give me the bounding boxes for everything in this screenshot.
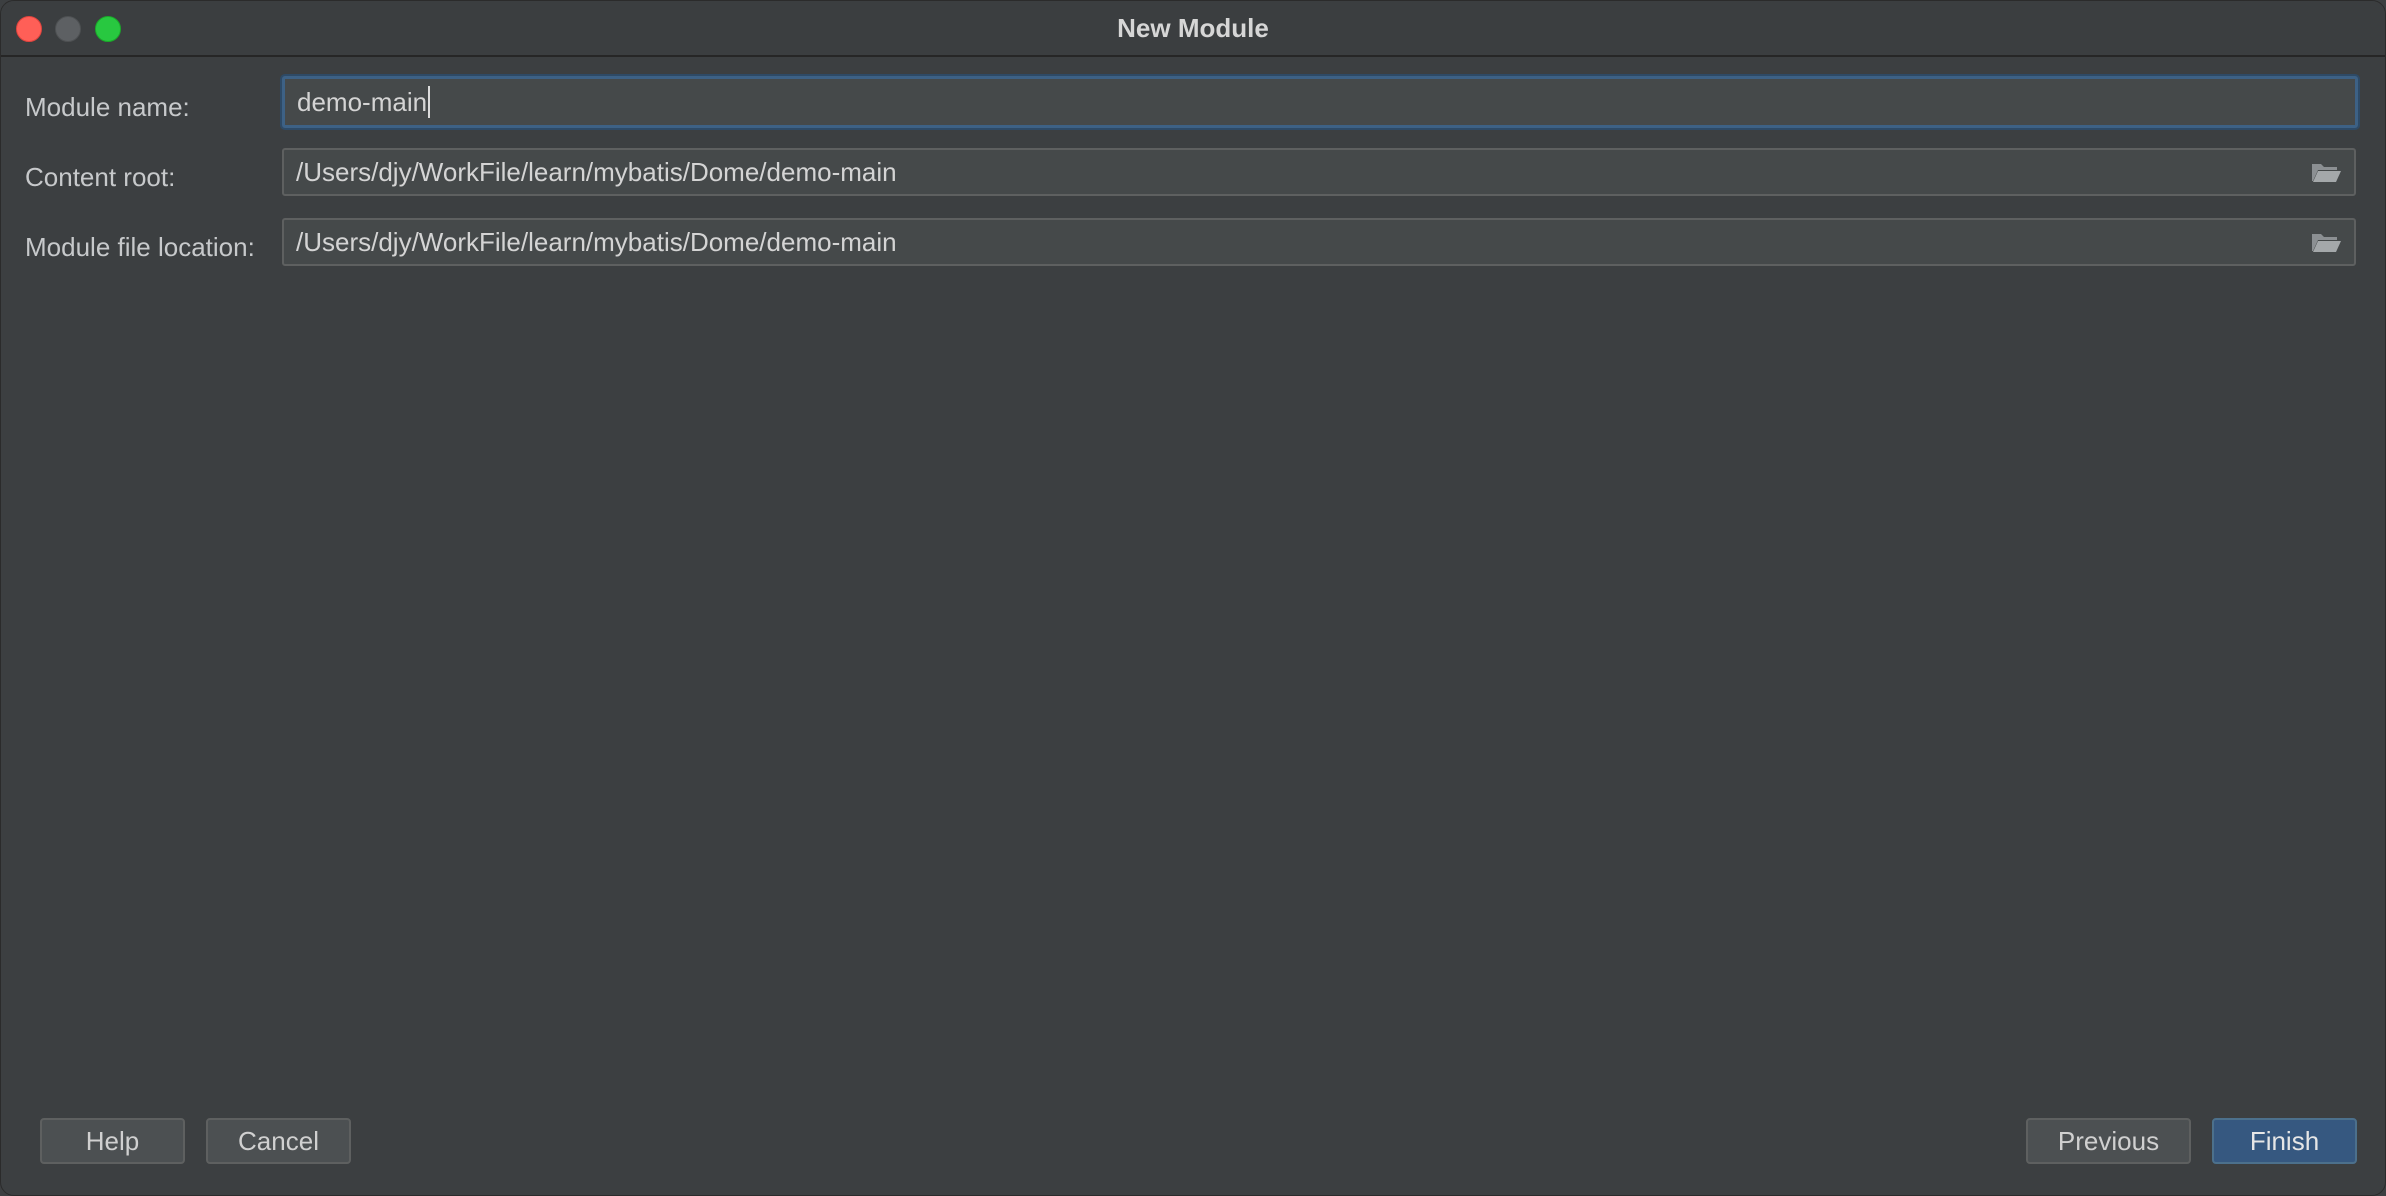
module-name-label: Module name: (25, 92, 190, 122)
content-root-value: /Users/djy/WorkFile/learn/mybatis/Dome/d… (296, 156, 897, 187)
content-root-label: Content root: (25, 162, 176, 192)
new-module-dialog: New Module Module name: demo-main Conten… (0, 0, 2386, 1196)
module-name-value: demo-main (297, 86, 428, 117)
folder-open-icon[interactable] (2310, 230, 2342, 254)
cancel-button[interactable]: Cancel (206, 1118, 351, 1164)
dialog-title: New Module (1117, 13, 1269, 43)
help-button[interactable]: Help (40, 1118, 185, 1164)
module-file-location-label: Module file location: (25, 232, 255, 262)
module-file-location-input[interactable]: /Users/djy/WorkFile/learn/mybatis/Dome/d… (282, 218, 2356, 266)
content-root-input[interactable]: /Users/djy/WorkFile/learn/mybatis/Dome/d… (282, 148, 2356, 196)
folder-open-icon[interactable] (2310, 160, 2342, 184)
module-file-location-value: /Users/djy/WorkFile/learn/mybatis/Dome/d… (296, 226, 897, 257)
text-caret (428, 86, 431, 118)
module-name-input[interactable]: demo-main (282, 76, 2358, 128)
title-bar[interactable]: New Module (1, 1, 2385, 57)
finish-button[interactable]: Finish (2212, 1118, 2357, 1164)
previous-button[interactable]: Previous (2026, 1118, 2191, 1164)
